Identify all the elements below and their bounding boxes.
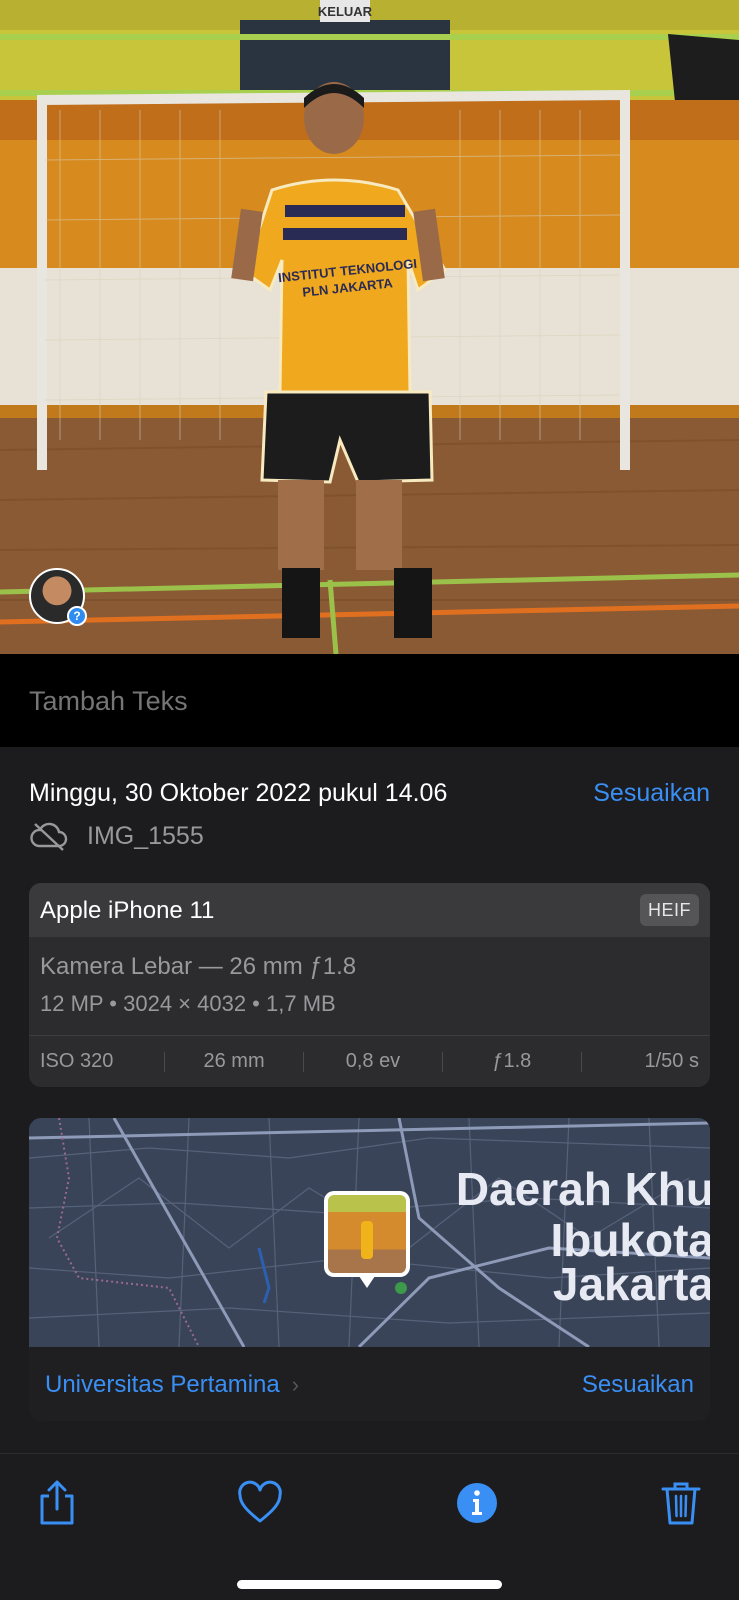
camera-model: Apple iPhone 11 bbox=[40, 897, 215, 924]
favorite-button[interactable] bbox=[236, 1478, 284, 1528]
photo-thumbnail bbox=[328, 1195, 406, 1273]
share-icon bbox=[40, 1480, 74, 1525]
map-region-label-2: Ibukota bbox=[550, 1214, 710, 1266]
date-row: Minggu, 30 Oktober 2022 pukul 14.06 Sesu… bbox=[29, 779, 710, 813]
exif-aperture: ƒ1.8 bbox=[492, 1050, 532, 1072]
info-button[interactable] bbox=[453, 1478, 501, 1528]
photo-date: Minggu, 30 Oktober 2022 pukul 14.06 bbox=[29, 779, 448, 807]
place-link[interactable]: Universitas Pertamina › bbox=[45, 1371, 299, 1399]
location-card: Daerah Khu Ibukota Jakarta Universitas P… bbox=[29, 1118, 710, 1421]
caption-area bbox=[0, 654, 739, 747]
file-name: IMG_1555 bbox=[87, 821, 204, 850]
place-name: Universitas Pertamina bbox=[45, 1371, 280, 1398]
map-region-label-3: Jakarta bbox=[552, 1258, 710, 1310]
home-indicator[interactable] bbox=[237, 1580, 502, 1589]
camera-header: Apple iPhone 11 HEIF bbox=[29, 883, 710, 937]
exit-sign: KELUAR bbox=[318, 4, 373, 19]
share-button[interactable] bbox=[33, 1478, 81, 1528]
photo-view[interactable]: KELUAR INSTITUT TEKNOLOGI PLN JAKARTA ? bbox=[0, 0, 739, 654]
photo-location-pin[interactable] bbox=[324, 1191, 410, 1288]
lens-info: Kamera Lebar — 26 mm ƒ1.8 bbox=[40, 953, 357, 980]
question-icon: ? bbox=[67, 606, 87, 626]
caption-input[interactable] bbox=[29, 686, 709, 717]
location-footer: Universitas Pertamina › Sesuaikan bbox=[29, 1347, 710, 1421]
map-region-label-1: Daerah Khu bbox=[455, 1163, 710, 1215]
heart-icon bbox=[238, 1480, 282, 1523]
adjust-date-button[interactable]: Sesuaikan bbox=[593, 779, 710, 808]
people-face-badge[interactable]: ? bbox=[29, 568, 87, 626]
format-badge: HEIF bbox=[639, 894, 699, 926]
photo-image: KELUAR INSTITUT TEKNOLOGI PLN JAKARTA bbox=[0, 0, 739, 654]
exif-row: ISO 320 26 mm 0,8 ev ƒ1.8 1/50 s bbox=[29, 1036, 710, 1087]
exif-iso: ISO 320 bbox=[40, 1050, 114, 1072]
location-map[interactable]: Daerah Khu Ibukota Jakarta bbox=[29, 1118, 710, 1347]
trash-icon bbox=[661, 1482, 701, 1525]
file-row: IMG_1555 bbox=[29, 819, 204, 853]
bottom-toolbar bbox=[0, 1453, 739, 1600]
adjust-location-button[interactable]: Sesuaikan bbox=[582, 1371, 694, 1399]
exif-exposure-value: 0,8 ev bbox=[345, 1050, 401, 1072]
icloud-off-icon bbox=[30, 822, 68, 851]
camera-info-card: Apple iPhone 11 HEIF Kamera Lebar — 26 m… bbox=[29, 883, 710, 1087]
exif-focal-length: 26 mm bbox=[203, 1050, 265, 1072]
info-icon bbox=[457, 1483, 497, 1523]
delete-button[interactable] bbox=[657, 1478, 705, 1528]
image-specs: 12 MP • 3024 × 4032 • 1,7 MB bbox=[40, 991, 336, 1016]
chevron-right-icon: › bbox=[291, 1372, 300, 1397]
exif-shutter-speed: 1/50 s bbox=[644, 1050, 699, 1072]
pin-tip bbox=[359, 1276, 375, 1288]
info-panel: Minggu, 30 Oktober 2022 pukul 14.06 Sesu… bbox=[0, 747, 739, 1453]
